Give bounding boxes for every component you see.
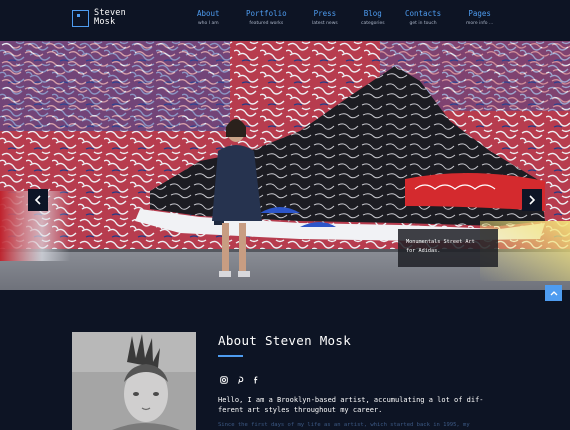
nav-item-about[interactable]: About who I am bbox=[197, 9, 220, 27]
chevron-left-icon bbox=[34, 195, 41, 205]
slider-prev-button[interactable] bbox=[28, 189, 48, 211]
logo-line-2: Mosk bbox=[94, 17, 116, 27]
facebook-icon[interactable] bbox=[252, 376, 260, 384]
nav-item-subtitle: categories bbox=[361, 21, 385, 26]
site-logo[interactable]: Steven Mosk bbox=[72, 9, 126, 27]
nav-item-press[interactable]: Press latest news bbox=[312, 9, 338, 27]
nav-item-subtitle: featured works bbox=[249, 21, 284, 26]
slider-next-button[interactable] bbox=[522, 189, 542, 211]
nav-item-title: Contacts bbox=[405, 9, 442, 18]
nav-item-title: Portfolio bbox=[246, 9, 287, 18]
nav-item-title: Press bbox=[313, 9, 337, 18]
logo-mark-icon bbox=[72, 9, 89, 27]
pinterest-icon[interactable] bbox=[236, 376, 244, 384]
nav-item-subtitle: get in touch bbox=[409, 21, 437, 26]
about-intro-line-2: ferent art styles throughout my career. bbox=[218, 406, 383, 414]
site-header: Steven Mosk About who I am Portfolio fea… bbox=[0, 0, 570, 40]
artist-portrait bbox=[72, 332, 196, 430]
instagram-icon[interactable] bbox=[220, 376, 228, 384]
scroll-to-top-button[interactable] bbox=[545, 285, 562, 301]
hero-slider: Monumentals Street Art for Adidas. bbox=[0, 41, 570, 290]
nav-item-contacts[interactable]: Contacts get in touch bbox=[405, 9, 441, 27]
nav-item-title: Blog bbox=[363, 9, 382, 18]
portrait-photo bbox=[72, 332, 196, 430]
about-intro-line-1: Hello, I am a Brooklyn-based artist, acc… bbox=[218, 396, 484, 404]
slide-caption-line-1: Monumentals Street Art bbox=[406, 239, 475, 245]
nav-item-pages[interactable]: Pages more info ... bbox=[466, 9, 493, 27]
about-body-text: Since the first days of my life as an ar… bbox=[218, 422, 470, 428]
logo-text: Steven Mosk bbox=[94, 9, 126, 27]
slide-caption-line-2: for Adidas. bbox=[406, 248, 441, 254]
nav-item-blog[interactable]: Blog categories bbox=[361, 9, 385, 27]
chevron-right-icon bbox=[529, 195, 536, 205]
chevron-up-icon bbox=[550, 291, 557, 296]
slide-caption: Monumentals Street Art for Adidas. bbox=[398, 229, 498, 267]
about-intro-text: Hello, I am a Brooklyn-based artist, acc… bbox=[218, 395, 508, 415]
nav-item-title: Pages bbox=[468, 9, 491, 18]
heading-underline bbox=[218, 355, 243, 357]
nav-item-subtitle: latest news bbox=[312, 21, 338, 26]
nav-item-title: About bbox=[197, 9, 220, 18]
nav-item-subtitle: more info ... bbox=[466, 21, 494, 26]
nav-item-subtitle: who I am bbox=[197, 21, 219, 26]
nav-item-portfolio[interactable]: Portfolio featured works bbox=[246, 9, 287, 27]
about-heading: About Steven Mosk bbox=[218, 333, 352, 348]
